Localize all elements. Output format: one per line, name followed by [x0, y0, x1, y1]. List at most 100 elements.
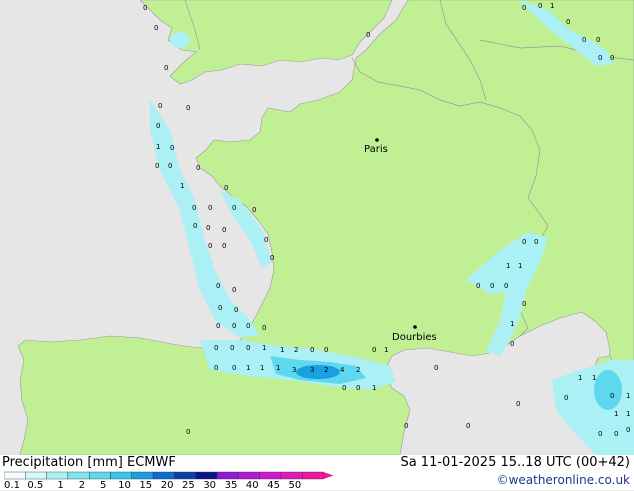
scale-tick-label: 0.1	[4, 480, 20, 491]
precip-value: 0	[372, 346, 376, 354]
precip-value: 0	[246, 322, 250, 330]
precip-value: 0	[264, 236, 268, 244]
precip-value: 0	[434, 364, 438, 372]
precip-value: 1	[614, 410, 618, 418]
precip-value: 0	[598, 54, 602, 62]
precip-channel	[170, 32, 190, 48]
precip-value: 0	[596, 36, 600, 44]
scale-arrow	[323, 472, 334, 479]
precip-value: 1	[384, 346, 388, 354]
scale-tick-label: 0.5	[27, 480, 44, 491]
precip-value: 0	[324, 346, 328, 354]
precip-value: 0	[566, 18, 570, 26]
precip-value: 0	[232, 364, 236, 372]
precip-value: 0	[310, 346, 314, 354]
scale-tick-label: 20	[160, 480, 174, 491]
credit-link[interactable]: ©weatheronline.co.uk	[497, 473, 630, 487]
scale-tick-label: 1	[57, 480, 64, 491]
precip-value: 0	[538, 2, 542, 10]
city-label: Dourbies	[392, 332, 437, 343]
scale-swatch	[238, 471, 260, 480]
precip-value: 1	[626, 410, 630, 418]
precip-value: 0	[224, 184, 228, 192]
precip-value: 0	[156, 122, 160, 130]
precip-value: 0	[522, 4, 526, 12]
precip-value: 0	[490, 282, 494, 290]
precip-value: 0	[516, 400, 520, 408]
precip-value: 0	[208, 204, 212, 212]
precip-value: 0	[206, 224, 210, 232]
precip-value: 1	[372, 384, 376, 392]
scale-tick-label: 10	[118, 480, 131, 491]
precip-value: 0	[342, 384, 346, 392]
precip-value: 2	[294, 346, 298, 354]
precip-value: 1	[260, 364, 264, 372]
precip-value: 0	[143, 4, 147, 12]
precip-value: 0	[564, 394, 568, 402]
precip-value: 0	[192, 204, 196, 212]
precip-value: 0	[270, 254, 274, 262]
scale-tick-label: 45	[267, 480, 280, 491]
precip-value: 1	[506, 262, 510, 270]
precip-value: 0	[610, 54, 614, 62]
precip-value: 0	[466, 422, 470, 430]
city-label: Paris	[364, 144, 388, 155]
precip-value: 0	[510, 340, 514, 348]
precip-value: 0	[170, 144, 174, 152]
precip-value: 1	[626, 392, 630, 400]
precip-value: 1	[262, 344, 266, 352]
precip-value: 0	[522, 238, 526, 246]
precip-value: 0	[155, 162, 159, 170]
scale-tick-label: 2	[78, 480, 86, 491]
precip-value: 1	[246, 364, 250, 372]
precip-value: 1	[280, 346, 284, 354]
scale-swatch	[110, 471, 132, 480]
precip-value: 0	[598, 430, 602, 438]
precip-value: 0	[252, 206, 256, 214]
precip-value: 0	[158, 102, 162, 110]
scale-tick-label: 15	[139, 480, 153, 491]
scale-swatch	[67, 471, 90, 480]
precip-value: 0	[214, 364, 218, 372]
precipitation-map: 00000 001 00 0 01 00 0 0 00 0 000 000 00 00 0 0 00 0 0 1 1 2 0…	[0, 0, 634, 490]
precip-value: 1	[276, 364, 280, 372]
scale-swatch	[216, 471, 239, 480]
precip-value: 0	[404, 422, 408, 430]
scale-swatch	[25, 471, 47, 480]
city-marker	[375, 138, 379, 142]
precip-value: 0	[168, 162, 172, 170]
precip-value: 1	[578, 374, 582, 382]
precip-value: 0	[614, 430, 618, 438]
scale-swatch	[259, 471, 282, 480]
precip-value: 0	[186, 104, 190, 112]
scale-swatch	[46, 471, 69, 480]
scale-swatch	[88, 471, 111, 480]
scale-tick-label: 30	[203, 480, 217, 491]
precip-value: 0	[262, 324, 266, 332]
precip-value: 0	[234, 306, 238, 314]
precip-value: 0	[216, 322, 220, 330]
scale-tick-label: 40	[245, 480, 259, 491]
precip-value: 0	[216, 282, 220, 290]
scale-swatch	[152, 471, 175, 480]
precip-value: 0	[154, 24, 158, 32]
scale-tick-label: 35	[224, 480, 238, 491]
precip-value: 0	[610, 392, 614, 400]
scale-swatch	[174, 471, 196, 480]
precip-value: 0	[356, 384, 360, 392]
precip-value: 0	[196, 164, 200, 172]
precip-value: 0	[522, 300, 526, 308]
precip-value: 0	[582, 36, 586, 44]
scale-ticks: 0.1 0.5 1 2 5 10 15 20 25 30 35 40 45 50	[0, 480, 330, 491]
precip-value: 0	[504, 282, 508, 290]
precip-value: 0	[232, 286, 236, 294]
city-marker	[413, 325, 417, 329]
scale-swatch	[302, 471, 324, 480]
scale-swatch	[195, 471, 218, 480]
precip-value: 0	[230, 344, 234, 352]
precip-pyrenees-core	[296, 365, 340, 379]
precip-value: 0	[476, 282, 480, 290]
scale-swatch	[280, 471, 303, 480]
precip-value: 1	[592, 374, 596, 382]
precip-value: 0	[214, 344, 218, 352]
